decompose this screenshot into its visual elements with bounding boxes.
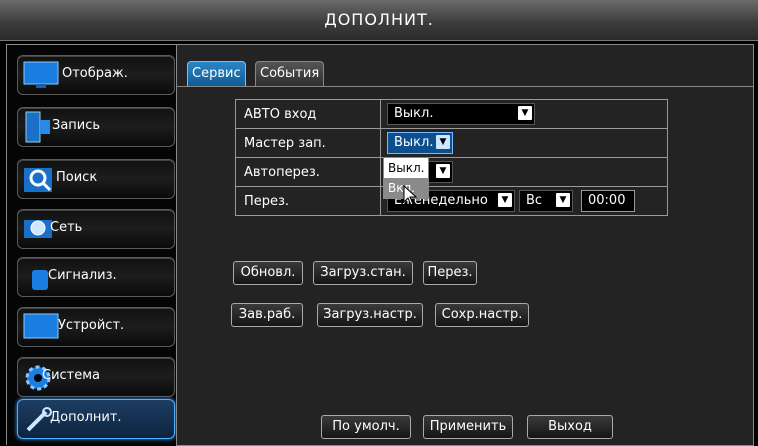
auto-login-value: Выкл.: [394, 106, 434, 121]
content-panel: Сервис События АВТО вход Выкл. ▼ Мастер …: [176, 44, 754, 446]
auto-login-select[interactable]: Выкл. ▼: [387, 103, 535, 125]
master-record-select[interactable]: Выкл. ▼: [387, 132, 453, 154]
sidebar-item-label: Отображ.: [62, 66, 128, 81]
sidebar-item-advanced[interactable]: Дополнит.: [17, 399, 175, 439]
sidebar-item-label: Сеть: [50, 220, 83, 235]
default-button[interactable]: По умолч.: [321, 415, 411, 439]
chevron-down-icon: ▼: [498, 193, 512, 207]
shutdown-button[interactable]: Зав.раб.: [231, 303, 303, 327]
device-icon: [23, 313, 59, 339]
master-record-value: Выкл.: [394, 135, 434, 150]
save-config-button[interactable]: Сохр.настр.: [435, 303, 529, 327]
master-record-label: Мастер зап.: [235, 128, 381, 158]
sidebar-item-label: Дополнит.: [50, 410, 122, 425]
reboot-day-select[interactable]: Вс ▼: [519, 190, 573, 212]
sidebar-item-label: Запись: [52, 118, 101, 133]
sidebar-item-alarm[interactable]: Сигнализ.: [17, 257, 175, 297]
sidebar-item-search[interactable]: Поиск: [17, 159, 175, 199]
update-button[interactable]: Обновл.: [233, 261, 303, 285]
sidebar-item-label: Сигнализ.: [48, 268, 117, 283]
sidebar-item-label: Устройст.: [58, 318, 125, 333]
sidebar-item-label: Поиск: [56, 170, 98, 185]
reboot-time-input[interactable]: 00:00: [581, 190, 635, 212]
auto-login-label: АВТО вход: [235, 99, 381, 129]
sidebar-item-record[interactable]: Запись: [17, 107, 175, 147]
reboot-day-value: Вс: [526, 193, 543, 208]
settings-table: АВТО вход Выкл. ▼ Мастер зап. Выкл. ▼ Ав…: [235, 99, 668, 216]
sidebar: Отображ. Запись Поиск Сеть Сигнализ. Уст…: [6, 44, 177, 445]
window-title: ДОПОЛНИТ.: [0, 0, 758, 41]
chevron-down-icon: ▼: [518, 106, 532, 120]
load-default-button[interactable]: Загруз.стан.: [313, 261, 413, 285]
reboot-label: Перез.: [235, 186, 381, 216]
auto-reboot-label: Автоперез.: [235, 157, 381, 187]
sidebar-item-label: Система: [42, 368, 101, 383]
tab-events[interactable]: События: [255, 61, 325, 87]
magnifier-icon: [24, 168, 52, 192]
monitor-icon: [23, 61, 59, 88]
dropdown-option-off[interactable]: Выкл.: [384, 158, 428, 178]
chevron-down-icon: ▼: [436, 164, 450, 178]
exit-button[interactable]: Выход: [527, 415, 613, 439]
sidebar-item-system[interactable]: Система: [17, 357, 175, 397]
tab-divider: [177, 86, 753, 87]
reboot-button[interactable]: Перез.: [423, 261, 477, 285]
sidebar-item-network[interactable]: Сеть: [17, 209, 175, 249]
mouse-cursor-icon: [403, 185, 418, 206]
sidebar-item-display[interactable]: Отображ.: [17, 55, 175, 95]
sidebar-item-device[interactable]: Устройст.: [17, 307, 175, 347]
load-config-button[interactable]: Загруз.настр.: [317, 303, 423, 327]
chevron-down-icon: ▼: [436, 135, 450, 149]
apply-button[interactable]: Применить: [423, 415, 513, 439]
tab-service[interactable]: Сервис: [187, 61, 246, 87]
chevron-down-icon: ▼: [556, 193, 570, 207]
